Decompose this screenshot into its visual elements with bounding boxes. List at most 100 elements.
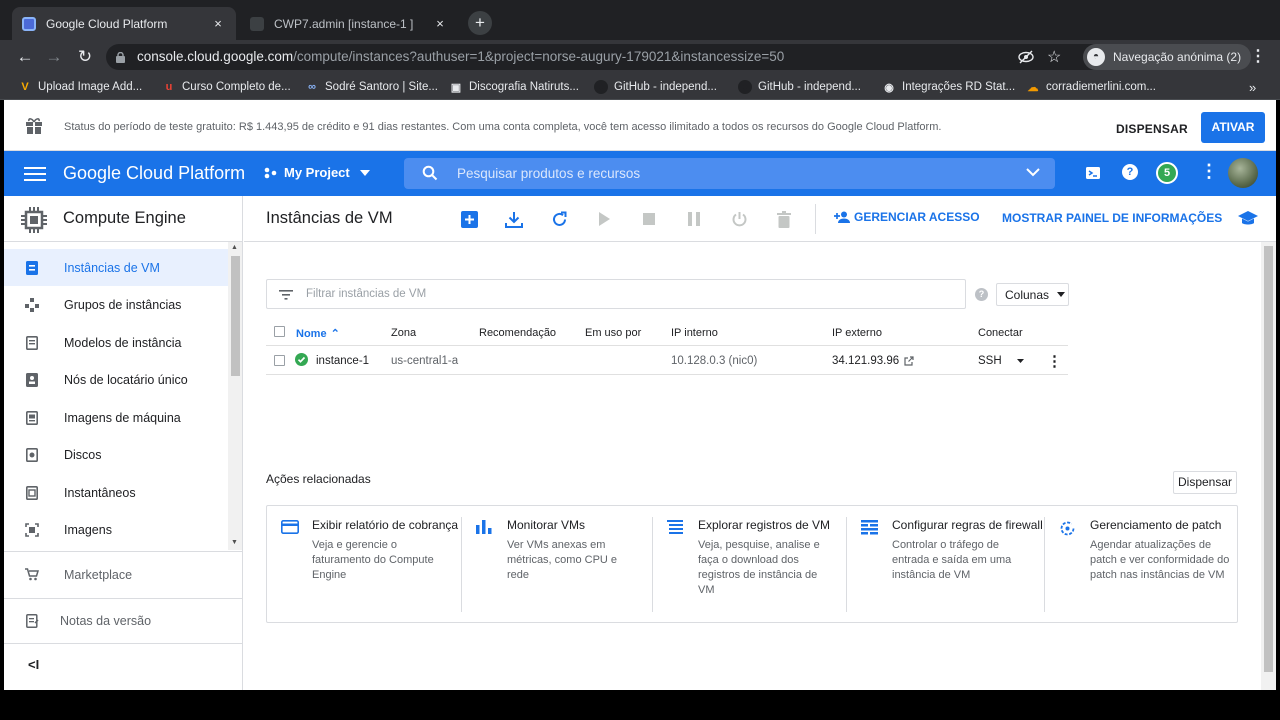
sidebar-item-snapshots[interactable]: Instantâneos [4,474,228,511]
external-ip-link[interactable]: 34.121.93.96 [832,355,914,367]
bookmark-item[interactable]: ☁ corradiemerlini.com... [1026,78,1156,96]
card-description: Veja, pesquise, analise e faça o downloa… [698,539,820,596]
bookmark-item[interactable]: ◉ Integrações RD Stat... [882,78,1015,96]
column-header-in-use-by[interactable]: Em uso por [585,327,641,339]
bookmark-favicon-icon: ☁ [1027,81,1039,94]
filter-input[interactable]: Filtrar instâncias de VM [306,288,426,300]
close-tab-icon[interactable]: × [210,16,226,31]
main-scroll-thumb[interactable] [1264,246,1273,672]
refresh-icon[interactable] [548,208,570,230]
tab-title: Google Cloud Platform [46,16,168,31]
github-favicon-icon: ● [738,80,752,94]
dismiss-related-button[interactable]: Dispensar [1173,471,1237,494]
bookmark-item[interactable]: V Upload Image Add... [18,78,142,96]
brand-title[interactable]: Google Cloud Platform [63,163,245,184]
filter-bar[interactable]: Filtrar instâncias de VM [266,279,966,309]
marketplace-label: Marketplace [64,567,133,582]
main-scrollbar[interactable] [1261,242,1276,690]
reload-icon[interactable]: ↻ [74,46,96,68]
stop-icon[interactable] [638,208,660,230]
card-monitor-vms[interactable]: Monitorar VMs Ver VMs anexas em métricas… [462,506,652,612]
bookmark-item[interactable]: ∞ Sodré Santoro | Site... [305,78,438,96]
columns-button[interactable]: Colunas [996,283,1069,306]
select-all-checkbox[interactable] [274,326,285,337]
column-header-name[interactable]: Nome ⌃ [296,327,340,340]
column-header-zone[interactable]: Zona [391,327,416,339]
card-description: Controlar o tráfego de entrada e saída e… [892,539,1012,581]
browser-menu-icon[interactable]: ⋮ [1250,46,1266,66]
scroll-up-icon[interactable]: ▲ [231,244,238,251]
column-header-connect[interactable]: Conectar [978,327,1023,339]
chevron-down-icon[interactable] [1026,167,1040,181]
new-tab-button[interactable]: + [468,11,492,35]
avatar[interactable] [1228,158,1258,188]
bookmark-star-icon[interactable]: ☆ [1047,47,1061,67]
sidebar-item-vm-instances[interactable]: Instâncias de VM [4,249,228,286]
columns-label: Colunas [1005,287,1050,302]
column-header-recommendation[interactable]: Recomendação [479,327,556,339]
project-selector[interactable]: My Project [264,165,370,180]
more-options-icon[interactable]: ⋮ [1200,161,1218,182]
sidebar-item-release-notes[interactable]: Notas da versão [4,598,243,643]
incognito-indicator[interactable]: ◓ Navegação anónima (2) [1083,44,1252,70]
notifications-badge[interactable]: 5 [1156,162,1178,184]
create-instance-icon[interactable] [458,208,480,230]
sidebar-item-disks[interactable]: Discos [4,436,228,473]
reset-icon[interactable] [728,208,750,230]
lock-icon[interactable] [116,51,125,63]
sidebar-item-marketplace[interactable]: Marketplace [4,552,243,597]
external-link-icon [904,356,914,366]
help-icon[interactable]: ? [1122,164,1138,180]
bookmark-label: corradiemerlini.com... [1046,81,1156,93]
column-header-internal-ip[interactable]: IP interno [671,327,718,339]
table-row[interactable]: instance-1 us-central1-a 10.128.0.3 (nic… [266,346,1068,375]
show-info-panel-button[interactable]: MOSTRAR PAINEL DE INFORMAÇÕES [1002,211,1222,225]
card-billing-report[interactable]: Exibir relatório de cobrança Veja e gere… [267,506,461,612]
tab-cwp7-admin[interactable]: CWP7.admin [instance-1 ] × [240,7,458,40]
back-arrow-icon[interactable]: ← [14,46,36,68]
sidebar-item-images[interactable]: Imagens [4,511,228,548]
card-explore-logs[interactable]: Explorar registros de VM Veja, pesquise,… [653,506,846,612]
dismiss-trial-button[interactable]: DISPENSAR [1108,114,1196,144]
sidebar-item-machine-images[interactable]: Imagens de máquina [4,399,228,436]
scroll-down-icon[interactable]: ▼ [231,539,238,546]
sidebar-item-instance-groups[interactable]: Grupos de instâncias [4,286,228,323]
bookmarks-overflow-button[interactable]: » [1249,78,1256,96]
card-firewall-rules[interactable]: Configurar regras de firewall Controlar … [847,506,1044,612]
url-text[interactable]: console.cloud.google.com/compute/instanc… [137,44,784,70]
filter-help-icon[interactable]: ? [975,288,988,301]
sidebar-item-sole-tenant-nodes[interactable]: Nós de locatário único [4,361,228,398]
navigation-menu-icon[interactable] [24,163,46,183]
cloud-shell-icon[interactable] [1085,165,1101,184]
search-input[interactable]: Pesquisar produtos e recursos [457,166,640,181]
activate-button[interactable]: ATIVAR [1201,112,1265,143]
ssh-button[interactable]: SSH [978,355,1024,367]
sidebar-scrollbar[interactable]: ▲ ▼ [228,242,242,550]
sidebar-scroll-thumb[interactable] [231,256,240,376]
bookmark-item[interactable]: u Curso Completo de... [162,78,291,96]
forward-arrow-icon[interactable]: → [43,46,65,68]
delete-icon[interactable] [773,208,795,230]
import-vm-icon[interactable] [503,208,525,230]
instance-name[interactable]: instance-1 [316,355,369,367]
sidebar-item-instance-templates[interactable]: Modelos de instância [4,324,228,361]
bookmark-item[interactable]: ● GitHub - independ... [738,78,861,96]
bookmark-item[interactable]: ● GitHub - independ... [594,78,717,96]
tab-google-cloud[interactable]: Google Cloud Platform × [12,7,236,40]
start-icon[interactable] [593,208,615,230]
learn-icon[interactable] [1237,210,1259,231]
bookmark-item[interactable]: ▣ Discografia Natiruts... [449,78,579,96]
bookmark-favicon-icon: ▣ [450,81,462,94]
column-header-external-ip[interactable]: IP externo [832,327,882,339]
card-patch-management[interactable]: Gerenciamento de patch Agendar atualizaç… [1045,506,1237,612]
row-checkbox[interactable] [274,355,285,366]
pause-icon[interactable] [683,208,705,230]
cwp-favicon-icon [250,16,264,31]
search-bar[interactable]: Pesquisar produtos e recursos [404,158,1055,189]
eye-off-icon[interactable] [1018,49,1034,68]
row-more-options-icon[interactable]: ⋮ [1047,352,1062,370]
ssh-label: SSH [978,355,1002,367]
close-tab-icon[interactable]: × [432,16,448,31]
manage-access-button[interactable]: GERENCIAR ACESSO [834,210,980,224]
collapse-sidebar-button[interactable]: <I [28,657,39,672]
